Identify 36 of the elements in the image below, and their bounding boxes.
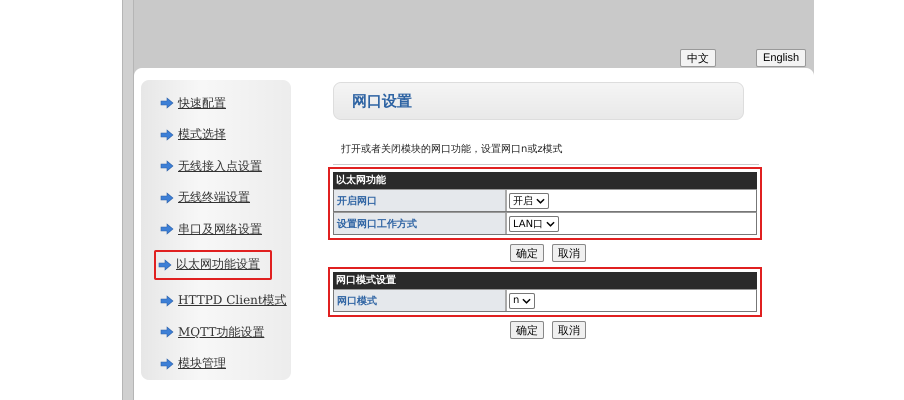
- form-button[interactable]: 取消: [552, 244, 586, 262]
- arrow-icon: [160, 128, 174, 141]
- section-header: 网口模式设置: [333, 272, 757, 289]
- field-label: 网口模式: [334, 290, 507, 311]
- sidebar-link[interactable]: 无线终端设置: [178, 189, 250, 206]
- sidebar-link[interactable]: 模式选择: [178, 126, 226, 144]
- sidebar-link[interactable]: 无线接入点设置: [178, 158, 262, 175]
- sidebar-link[interactable]: MQTT功能设置: [178, 324, 264, 341]
- chevron-icon: [536, 198, 545, 204]
- section-header: 以太网功能: [333, 172, 757, 189]
- arrow-icon: [160, 223, 174, 236]
- form-button[interactable]: 确定: [510, 244, 544, 262]
- page-title: 网口设置: [352, 92, 412, 110]
- form-button[interactable]: 取消: [552, 321, 586, 339]
- arrow-icon: [160, 97, 174, 109]
- arrow-icon: [160, 326, 174, 338]
- sidebar-link[interactable]: HTTPD Client模式: [178, 292, 287, 310]
- sidebar-link[interactable]: 模块管理: [178, 355, 226, 372]
- arrow-icon: [160, 294, 174, 307]
- arrow-icon: [160, 192, 174, 204]
- arrow-icon: [160, 160, 174, 172]
- dropdown[interactable]: 开启: [509, 192, 549, 208]
- arrow-icon: [160, 358, 174, 370]
- form-button[interactable]: 确定: [510, 321, 544, 339]
- field-label: 设置网口工作方式: [334, 213, 507, 234]
- language-button[interactable]: English: [756, 49, 806, 67]
- chevron-icon: [522, 298, 532, 304]
- sidebar-link[interactable]: 串口及网络设置: [178, 220, 262, 238]
- dropdown[interactable]: n: [509, 292, 536, 308]
- arrow-icon: [158, 258, 172, 271]
- field-label: 开启网口: [334, 190, 507, 211]
- chevron-icon: [546, 220, 556, 226]
- dropdown[interactable]: LAN口: [509, 216, 560, 232]
- description: 打开或者关闭模块的网口功能，设置网口n或z模式: [341, 142, 564, 156]
- sidebar-link[interactable]: 快速配置: [178, 94, 226, 112]
- language-button[interactable]: 中文: [680, 49, 716, 67]
